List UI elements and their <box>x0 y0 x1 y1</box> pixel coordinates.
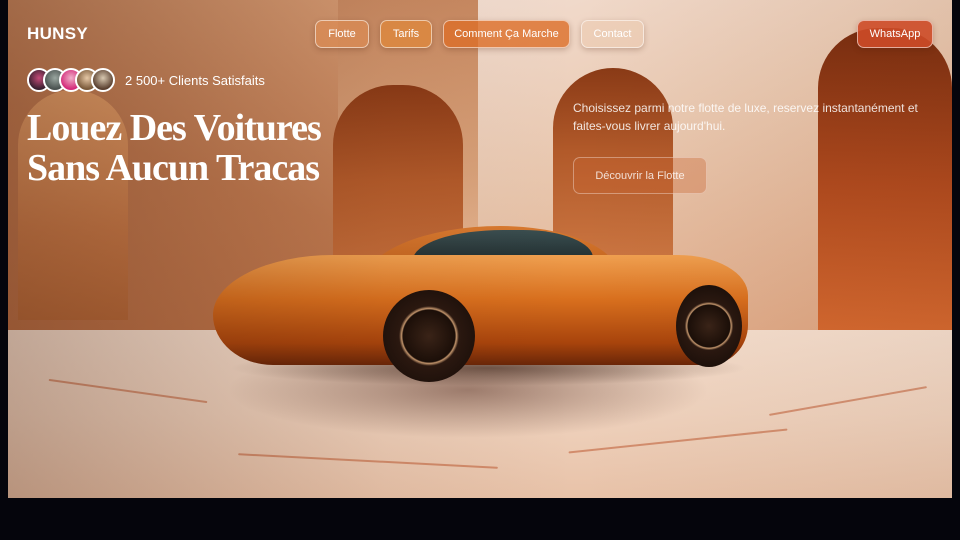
headline-line-1: Louez Des Voitures <box>27 107 322 149</box>
hero-headline: Louez Des Voitures Sans Aucun Tracas <box>27 108 357 188</box>
clients-social-proof: 2 500+ Clients Satisfaits <box>27 67 265 93</box>
clients-count-label: 2 500+ Clients Satisfaits <box>125 72 265 88</box>
brand-logo[interactable]: HUNSY <box>27 24 88 44</box>
top-navigation: HUNSY Flotte Tarifs Comment Ça Marche Co… <box>0 0 960 70</box>
nav-item-flotte[interactable]: Flotte <box>315 20 369 48</box>
whatsapp-button[interactable]: WhatsApp <box>857 20 933 48</box>
headline-line-2: Sans Aucun Tracas <box>27 147 320 189</box>
hero-tagline: Choisissez parmi notre flotte de luxe, r… <box>573 101 918 133</box>
nav-item-contact[interactable]: Contact <box>581 20 644 48</box>
nav-item-tarifs[interactable]: Tarifs <box>380 20 432 48</box>
discover-fleet-button[interactable]: Découvrir la Flotte <box>573 157 707 194</box>
avatar <box>91 68 115 92</box>
nav-item-comment-ca-marche[interactable]: Comment Ça Marche <box>443 20 570 48</box>
